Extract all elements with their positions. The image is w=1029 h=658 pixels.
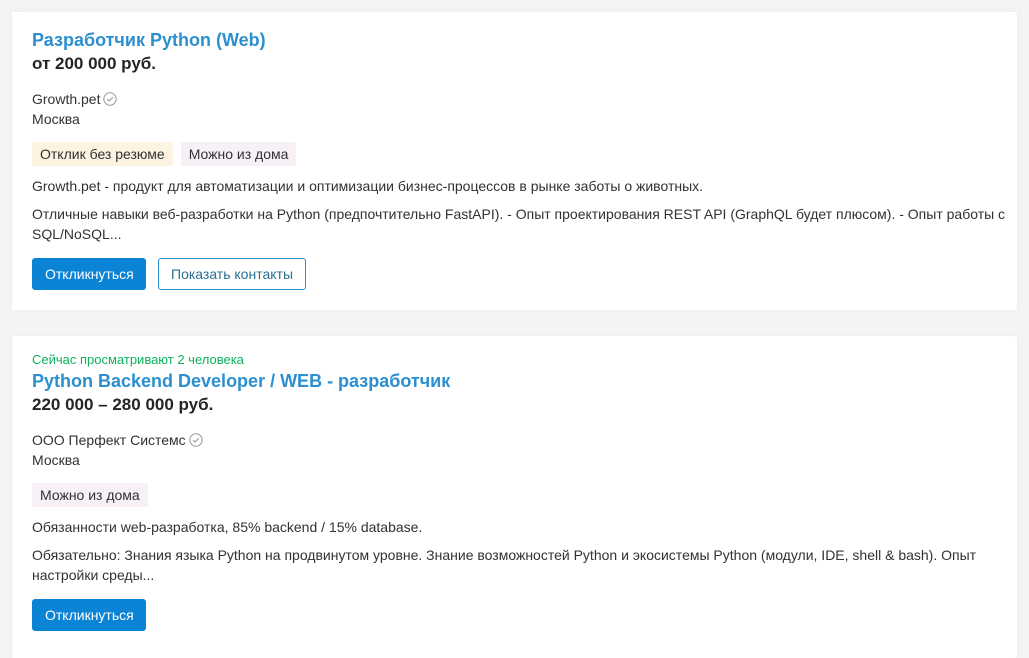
vacancy-card: Разработчик Python (Web) от 200 000 руб.… <box>12 12 1017 310</box>
vacancy-actions: Откликнуться Показать контакты <box>32 258 997 290</box>
vacancy-description: Growth.pet - продукт для автоматизации и… <box>32 178 704 194</box>
vacancy-tags: Отклик без резюме Можно из дома <box>32 142 997 166</box>
vacancy-description: Обязанности web-разработка, 85% backend … <box>32 519 423 535</box>
check-circle-icon <box>103 92 118 106</box>
company-name[interactable]: Growth.pet <box>32 90 100 108</box>
check-circle-icon <box>188 433 203 447</box>
respond-button[interactable]: Откликнуться <box>32 258 146 290</box>
vacancy-title-link[interactable]: Python Backend Developer / WEB - разрабо… <box>32 370 997 392</box>
vacancy-title-link[interactable]: Разработчик Python (Web) <box>32 29 997 51</box>
company-name[interactable]: ООО Перфект Системс <box>32 431 186 449</box>
vacancy-requirements: Отличные навыки веб-разработки на Python… <box>32 206 1006 242</box>
vacancy-salary: от 200 000 руб. <box>32 54 157 73</box>
vacancy-tags: Можно из дома <box>32 483 997 507</box>
respond-button[interactable]: Откликнуться <box>32 599 146 631</box>
viewers-count: Сейчас просматривают 2 человека <box>32 352 244 367</box>
show-contacts-button[interactable]: Показать контакты <box>158 258 306 290</box>
vacancy-card: Сейчас просматривают 2 человека Python B… <box>12 336 1017 658</box>
tag-remote: Можно из дома <box>32 483 148 507</box>
tag-no-resume: Отклик без резюме <box>32 142 173 166</box>
tag-remote: Можно из дома <box>180 142 297 166</box>
company-row: Growth.pet <box>32 90 997 108</box>
company-row: ООО Перфект Системс <box>32 431 997 449</box>
vacancy-salary: 220 000 – 280 000 руб. <box>32 395 214 414</box>
vacancy-city: Москва <box>32 111 80 127</box>
vacancy-actions: Откликнуться <box>32 599 997 631</box>
vacancy-requirements: Обязательно: Знания языка Python на прод… <box>32 547 977 583</box>
vacancy-city: Москва <box>32 452 80 468</box>
